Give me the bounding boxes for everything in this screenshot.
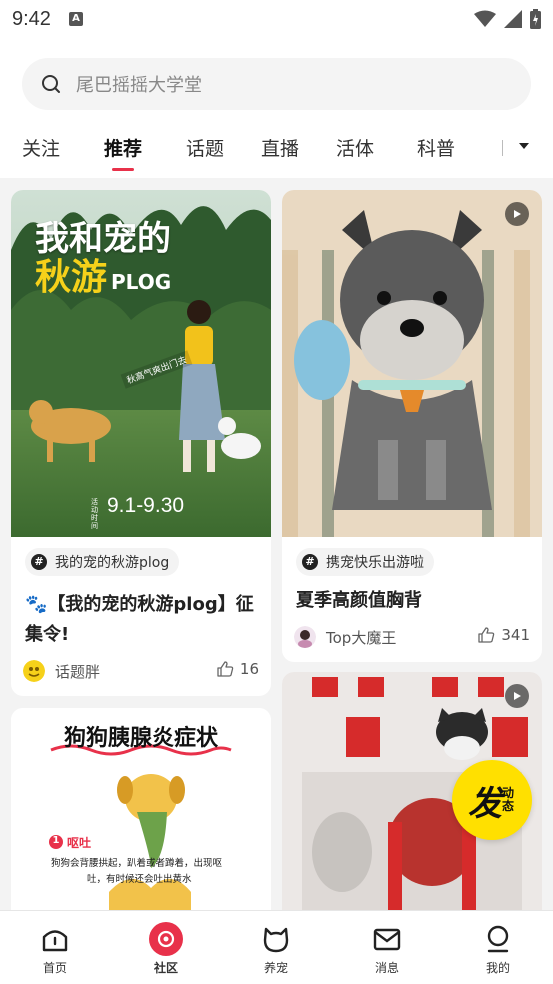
battery-icon	[530, 9, 541, 29]
post-card[interactable]: 我和宠的 秋游 PLOG 秋高气爽出门去 活动 时间 9.1-9.30 # 我的…	[11, 190, 271, 696]
nav-community-label: 社区	[153, 961, 178, 975]
fab-label-sub: 动态	[502, 786, 515, 813]
hashtag-icon: #	[302, 554, 318, 570]
post-dynamic-button[interactable]: 发 动态	[452, 760, 532, 840]
home-icon	[42, 930, 68, 952]
profile-icon	[487, 925, 509, 953]
mail-icon	[373, 928, 401, 951]
thumbs-up-icon	[478, 627, 495, 643]
tabs-divider	[502, 140, 503, 156]
search-placeholder: 尾巴摇摇大学堂	[76, 75, 202, 96]
poster-plog: PLOG	[111, 270, 172, 294]
nav-home[interactable]: 首页	[25, 923, 85, 976]
hashtag-icon: #	[31, 554, 47, 570]
poster-text-line2: 吐，有时候还会吐出黄水	[87, 874, 192, 885]
post-author[interactable]: 话题胖	[23, 660, 100, 682]
dropdown-arrow-icon[interactable]	[516, 138, 532, 154]
video-indicator	[505, 684, 529, 708]
avatar	[294, 626, 316, 648]
wifi-icon	[474, 10, 496, 27]
status-time: 9:42	[12, 7, 51, 30]
search-bar[interactable]: 尾巴摇摇大学堂	[22, 58, 531, 110]
poster-date-label: 活动 时间	[91, 498, 98, 530]
poster-step-label: 呕吐	[67, 836, 92, 850]
nav-messages[interactable]: 消息	[357, 923, 417, 976]
avatar	[23, 660, 45, 682]
post-author[interactable]: Top大魔王	[294, 626, 396, 648]
nav-home-label: 首页	[42, 961, 67, 975]
post-card[interactable]: # 携宠快乐出游啦 夏季高颜值胸背 Top大魔王 341	[282, 190, 542, 662]
nav-profile[interactable]: 我的	[468, 923, 528, 976]
like-button[interactable]: 16	[216, 660, 259, 678]
tab-follow[interactable]: 关注	[22, 134, 60, 161]
tab-live-animals[interactable]: 活体	[336, 134, 374, 161]
tab-recommend[interactable]: 推荐	[104, 134, 142, 161]
poster-title-line2: 秋游	[35, 257, 108, 298]
nav-pet-care[interactable]: 养宠	[246, 923, 306, 976]
category-tabs: 关注 推荐 话题 直播 活体 科普	[0, 124, 553, 172]
topic-chip[interactable]: # 携宠快乐出游啦	[296, 548, 434, 576]
post-title: 夏季高颜值胸背	[296, 590, 422, 611]
like-count: 16	[239, 660, 259, 678]
pet-icon	[263, 927, 289, 953]
tab-live[interactable]: 直播	[261, 134, 299, 161]
nav-community[interactable]: 社区	[136, 922, 196, 976]
topic-label: 我的宠的秋游plog	[55, 555, 170, 571]
poster-title: 我和宠的 秋游 PLOG	[35, 220, 245, 298]
like-button[interactable]: 341	[477, 626, 530, 644]
poster-text-line1: 狗狗会背腰拱起，趴着或者蹲着，出现呕	[51, 858, 223, 869]
poster-date: 9.1-9.30	[107, 494, 185, 517]
author-name: Top大魔王	[326, 628, 397, 647]
post-card[interactable]: 狗狗胰腺炎症状 1 呕吐 狗狗会背腰拱起，趴着或者蹲着，出现呕 吐，有时候还会吐…	[11, 708, 271, 910]
tab-topics[interactable]: 话题	[186, 134, 224, 161]
post-title-text: 【我的宠的秋游plog】征集令!	[25, 594, 254, 645]
post-image-schnauzer	[282, 190, 542, 537]
search-icon	[42, 75, 60, 93]
fab-label-main: 发	[468, 783, 502, 824]
community-icon	[149, 922, 183, 956]
poster-title-line1: 我和宠的	[35, 219, 171, 259]
notification-a-icon: A	[68, 12, 83, 26]
topic-chip[interactable]: # 我的宠的秋游plog	[25, 548, 180, 576]
bottom-nav: 首页 社区 养宠 消息 我的	[0, 910, 553, 984]
video-indicator	[505, 202, 529, 226]
nav-messages-label: 消息	[374, 961, 399, 975]
post-title: 🐾【我的宠的秋游plog】征集令!	[25, 590, 259, 650]
nav-profile-label: 我的	[485, 961, 510, 975]
paw-icon: 🐾	[25, 594, 48, 615]
play-icon	[514, 692, 521, 700]
status-bar: 9:42 A	[0, 0, 553, 38]
tab-science[interactable]: 科普	[417, 134, 455, 161]
thumbs-up-icon	[217, 661, 234, 677]
like-count: 341	[501, 626, 530, 644]
topic-label: 携宠快乐出游啦	[326, 555, 424, 571]
author-name: 话题胖	[55, 662, 101, 681]
poster-step-number: 1	[52, 835, 60, 846]
nav-pet-care-label: 养宠	[263, 961, 288, 975]
poster-heading: 狗狗胰腺炎症状	[63, 726, 218, 751]
play-icon	[514, 210, 521, 218]
signal-icon	[504, 10, 522, 28]
